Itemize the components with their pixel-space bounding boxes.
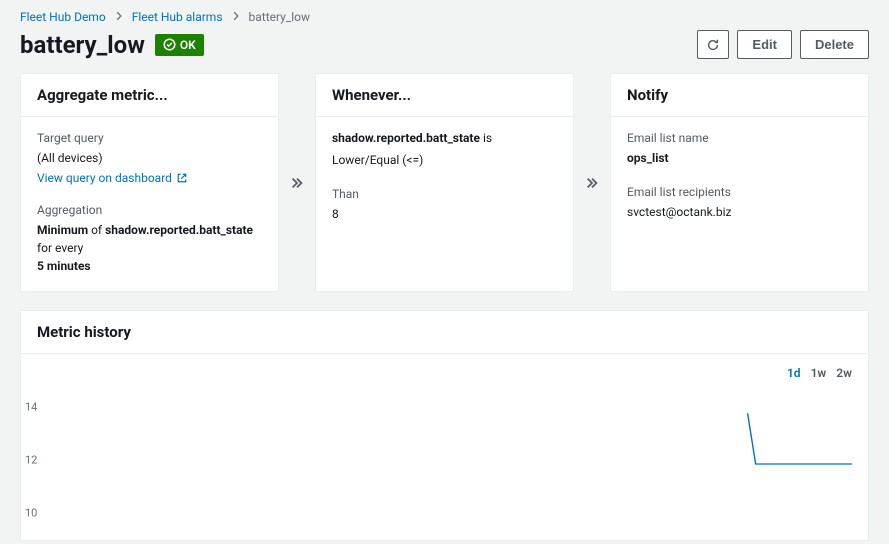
check-circle-icon bbox=[163, 38, 176, 51]
refresh-button[interactable] bbox=[697, 30, 729, 59]
card-title: Aggregate metric... bbox=[21, 74, 278, 117]
target-query-value: (All devices) bbox=[37, 149, 262, 167]
aggregation-label: Aggregation bbox=[37, 203, 262, 217]
breadcrumb-link-alarms[interactable]: Fleet Hub alarms bbox=[132, 10, 223, 24]
breadcrumb-current: battery_low bbox=[249, 10, 311, 24]
timeframe-selector: 1d 1w 2w bbox=[21, 354, 868, 380]
flow-arrow bbox=[582, 73, 602, 292]
page-header: battery_low OK Edit Delete bbox=[20, 30, 869, 73]
email-list-name-label: Email list name bbox=[627, 131, 852, 145]
edit-button[interactable]: Edit bbox=[737, 30, 792, 59]
card-title: Whenever... bbox=[316, 74, 573, 117]
view-query-link-text: View query on dashboard bbox=[37, 171, 172, 185]
page-title: battery_low bbox=[20, 31, 145, 59]
email-recipients-value: svctest@octank.biz bbox=[627, 203, 852, 221]
status-badge: OK bbox=[155, 34, 204, 56]
target-query-label: Target query bbox=[37, 131, 262, 145]
chart-line bbox=[49, 388, 852, 540]
breadcrumb-link-root[interactable]: Fleet Hub Demo bbox=[20, 10, 106, 24]
y-tick-14: 14 bbox=[25, 400, 37, 413]
metric-history-card: Metric history 1d 1w 2w 14 12 10 bbox=[20, 310, 869, 541]
delete-button[interactable]: Delete bbox=[800, 30, 869, 59]
card-title: Metric history bbox=[21, 311, 868, 354]
header-actions: Edit Delete bbox=[697, 30, 869, 59]
chevron-double-right-icon bbox=[290, 176, 304, 190]
view-query-link[interactable]: View query on dashboard bbox=[37, 171, 262, 185]
chevron-double-right-icon bbox=[585, 176, 599, 190]
flow-arrow bbox=[287, 73, 307, 292]
alarm-summary-row: Aggregate metric... Target query (All de… bbox=[20, 73, 869, 310]
aggregation-value: Minimum of shadow.reported.batt_state fo… bbox=[37, 221, 262, 275]
metric-chart: 14 12 10 bbox=[21, 380, 868, 540]
y-tick-10: 10 bbox=[25, 507, 37, 520]
y-tick-12: 12 bbox=[25, 454, 37, 467]
breadcrumb: Fleet Hub Demo Fleet Hub alarms battery_… bbox=[20, 0, 869, 30]
external-link-icon bbox=[176, 172, 188, 184]
condition-operator: Lower/Equal (<=) bbox=[332, 151, 557, 169]
email-list-name-value: ops_list bbox=[627, 149, 852, 167]
threshold-value: 8 bbox=[332, 205, 557, 223]
card-title: Notify bbox=[611, 74, 868, 117]
notify-card: Notify Email list name ops_list Email li… bbox=[610, 73, 869, 292]
whenever-card: Whenever... shadow.reported.batt_state i… bbox=[315, 73, 574, 292]
timeframe-2w[interactable]: 2w bbox=[836, 366, 852, 380]
chevron-right-icon bbox=[231, 10, 241, 24]
than-label: Than bbox=[332, 187, 557, 201]
aggregate-metric-card: Aggregate metric... Target query (All de… bbox=[20, 73, 279, 292]
timeframe-1w[interactable]: 1w bbox=[811, 366, 827, 380]
email-recipients-label: Email list recipients bbox=[627, 185, 852, 199]
timeframe-1d[interactable]: 1d bbox=[787, 366, 801, 380]
chevron-right-icon bbox=[114, 10, 124, 24]
status-text: OK bbox=[180, 38, 196, 52]
refresh-icon bbox=[706, 38, 720, 52]
condition-field: shadow.reported.batt_state is bbox=[332, 129, 557, 147]
